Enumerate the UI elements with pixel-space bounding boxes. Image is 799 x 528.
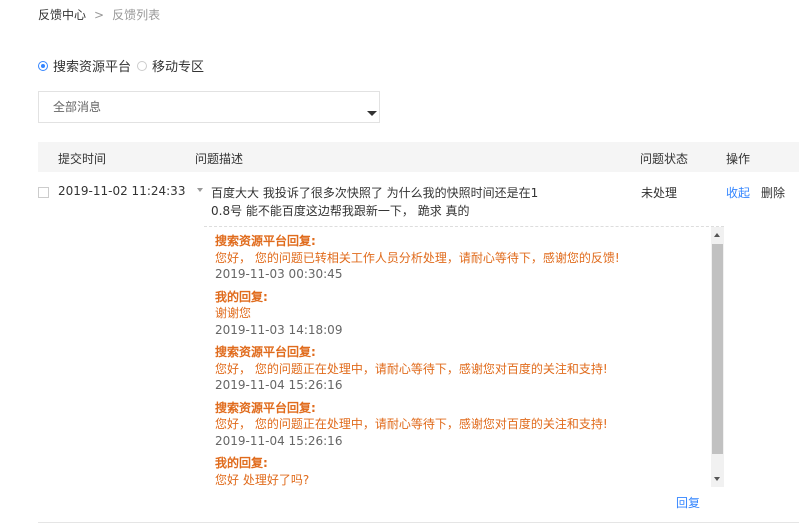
collapse-link[interactable]: 收起	[726, 184, 750, 201]
header-status: 问题状态	[640, 152, 689, 166]
reply-time: 2019-11-03 14:18:09	[215, 322, 343, 337]
breadcrumb: 反馈中心 > 反馈列表	[38, 6, 160, 23]
delete-link[interactable]: 删除	[761, 184, 785, 201]
scroll-up-icon[interactable]	[714, 233, 720, 237]
header-description: 问题描述	[195, 152, 244, 166]
reply-scrollbar[interactable]	[711, 227, 724, 487]
reply-author: 我的回复:	[215, 456, 268, 470]
submit-time: 2019-11-02 11:24:33	[58, 184, 186, 198]
header-time: 提交时间	[58, 152, 107, 166]
select-value: 全部消息	[53, 100, 102, 114]
reply-item: 我的回复: 您好 处理好了吗?	[215, 455, 620, 487]
radio-checked-icon	[38, 60, 48, 71]
reply-message: 您好 处理好了吗?	[215, 472, 310, 487]
header-actions: 操作	[726, 152, 751, 166]
reply-time: 2019-11-04 15:26:16	[215, 378, 343, 392]
reply-author: 搜索资源平台回复:	[215, 234, 316, 248]
breadcrumb-current: 反馈列表	[112, 8, 161, 22]
scrollbar-thumb[interactable]	[712, 244, 723, 454]
message-filter-select[interactable]: 全部消息	[38, 91, 380, 123]
reply-item: 我的回复: 谢谢您 2019-11-03 14:18:09	[215, 289, 620, 339]
radio-label: 搜索资源平台	[53, 60, 132, 75]
scroll-down-icon[interactable]	[714, 477, 720, 481]
reply-time: 2019-11-04 15:26:16	[215, 433, 343, 448]
radio-label: 移动专区	[152, 60, 205, 75]
reply-item: 搜索资源平台回复: 您好， 您的问题已转相关工作人员分析处理，请耐心等待下，感谢…	[215, 233, 620, 283]
reply-message: 谢谢您	[215, 306, 252, 320]
reply-list: 搜索资源平台回复: 您好， 您的问题已转相关工作人员分析处理，请耐心等待下，感谢…	[215, 233, 620, 487]
table-header: 提交时间 问题描述 问题状态 操作	[38, 142, 799, 172]
row-checkbox[interactable]	[38, 187, 49, 198]
row-divider	[38, 522, 799, 523]
reply-item: 搜索资源平台回复: 您好， 您的问题正在处理中，请耐心等待下，感谢您对百度的关注…	[215, 344, 620, 394]
reply-thread[interactable]: 搜索资源平台回复: 您好， 您的问题已转相关工作人员分析处理，请耐心等待下，感谢…	[204, 226, 724, 487]
issue-description: 百度大大 我投诉了很多次快照了 为什么我的快照时间还是在1 0.8号 能不能百度…	[211, 186, 539, 218]
reply-button[interactable]: 回复	[676, 494, 700, 511]
reply-message: 您好， 您的问题正在处理中，请耐心等待下，感谢您对百度的关注和支持!	[215, 417, 608, 431]
platform-radio-group: 搜索资源平台 移动专区	[38, 56, 210, 75]
reply-author: 搜索资源平台回复:	[215, 400, 316, 415]
radio-mobile-zone[interactable]: 移动专区	[137, 56, 204, 75]
radio-search-platform[interactable]: 搜索资源平台	[38, 56, 131, 75]
reply-item: 搜索资源平台回复: 您好， 您的问题正在处理中，请耐心等待下，感谢您对百度的关注…	[215, 400, 620, 450]
chevron-down-icon	[367, 111, 377, 116]
caret-down-icon[interactable]	[197, 188, 203, 192]
breadcrumb-home[interactable]: 反馈中心	[38, 8, 86, 22]
reply-message: 您好， 您的问题正在处理中，请耐心等待下，感谢您对百度的关注和支持!	[215, 361, 608, 376]
radio-unchecked-icon	[137, 60, 148, 71]
reply-author: 搜索资源平台回复:	[215, 345, 316, 359]
reply-message: 您好， 您的问题已转相关工作人员分析处理，请耐心等待下，感谢您的反馈!	[215, 250, 620, 265]
reply-time: 2019-11-03 00:30:45	[215, 267, 343, 281]
reply-author: 我的回复:	[215, 289, 268, 304]
status-badge: 未处理	[641, 186, 678, 200]
breadcrumb-separator: >	[94, 8, 105, 22]
